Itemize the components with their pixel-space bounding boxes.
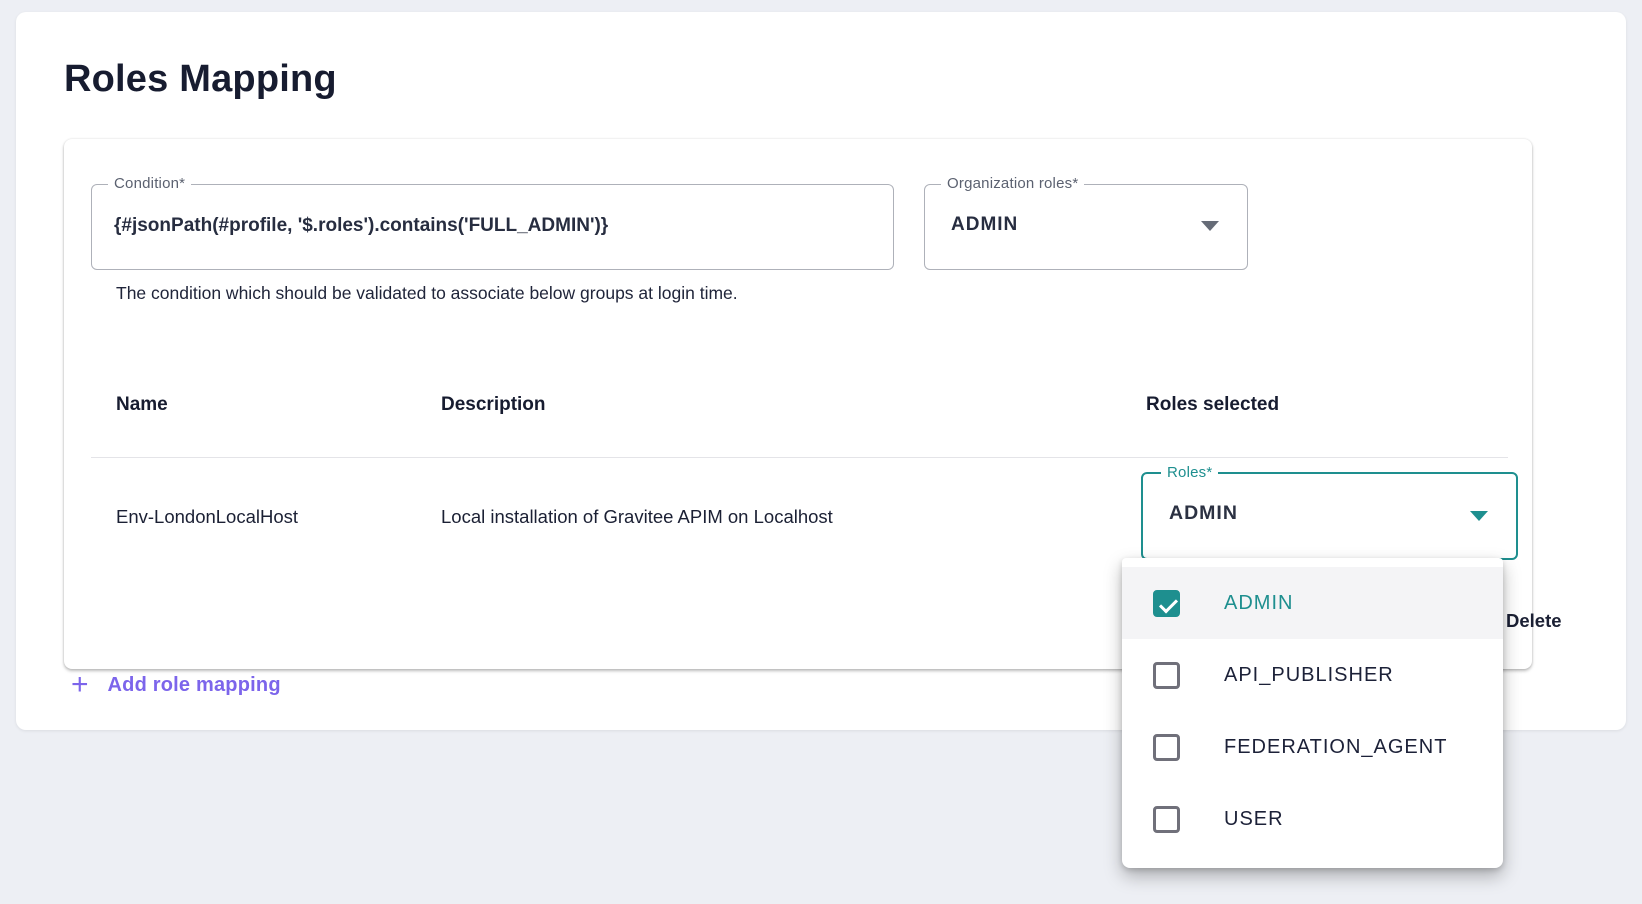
roles-select-value: ADMIN bbox=[1169, 502, 1238, 525]
condition-label: Condition* bbox=[108, 175, 191, 192]
chevron-down-icon bbox=[1470, 511, 1488, 521]
organization-roles-select[interactable]: Organization roles* ADMIN bbox=[924, 184, 1248, 270]
checkbox-icon[interactable] bbox=[1153, 734, 1180, 761]
dropdown-option-federation-agent[interactable]: FEDERATION_AGENT bbox=[1122, 711, 1503, 783]
checkbox-checked-icon[interactable] bbox=[1153, 590, 1180, 617]
organization-roles-label: Organization roles* bbox=[941, 175, 1084, 192]
dropdown-option-label: FEDERATION_AGENT bbox=[1224, 736, 1447, 759]
add-role-mapping-button[interactable]: + Add role mapping bbox=[71, 670, 281, 700]
condition-hint: The condition which should be validated … bbox=[116, 280, 776, 308]
dropdown-option-admin[interactable]: ADMIN bbox=[1122, 567, 1503, 639]
add-role-mapping-label: Add role mapping bbox=[108, 674, 281, 697]
column-header-name: Name bbox=[116, 394, 168, 416]
chevron-down-icon bbox=[1201, 221, 1219, 231]
organization-roles-value: ADMIN bbox=[951, 214, 1018, 236]
roles-dropdown-panel: ADMIN API_PUBLISHER FEDERATION_AGENT USE… bbox=[1122, 558, 1503, 868]
condition-field[interactable]: Condition* {#jsonPath(#profile, '$.roles… bbox=[91, 184, 894, 270]
condition-input[interactable]: {#jsonPath(#profile, '$.roles').contains… bbox=[114, 215, 608, 237]
row-name: Env-LondonLocalHost bbox=[116, 506, 298, 528]
page-title: Roles Mapping bbox=[64, 58, 337, 101]
column-header-description: Description bbox=[441, 394, 546, 416]
plus-icon: + bbox=[71, 670, 89, 700]
dropdown-option-user[interactable]: USER bbox=[1122, 783, 1503, 855]
table-divider bbox=[91, 457, 1508, 458]
roles-select[interactable]: Roles* ADMIN bbox=[1141, 472, 1518, 560]
checkbox-icon[interactable] bbox=[1153, 806, 1180, 833]
row-description: Local installation of Gravitee APIM on L… bbox=[441, 506, 833, 528]
column-header-roles-selected: Roles selected bbox=[1146, 394, 1279, 416]
dropdown-option-api-publisher[interactable]: API_PUBLISHER bbox=[1122, 639, 1503, 711]
dropdown-option-label: API_PUBLISHER bbox=[1224, 664, 1394, 687]
delete-button[interactable]: Delete bbox=[1506, 610, 1562, 632]
roles-select-label: Roles* bbox=[1161, 464, 1218, 481]
dropdown-option-label: USER bbox=[1224, 808, 1284, 831]
dropdown-option-label: ADMIN bbox=[1224, 592, 1293, 615]
checkbox-icon[interactable] bbox=[1153, 662, 1180, 689]
